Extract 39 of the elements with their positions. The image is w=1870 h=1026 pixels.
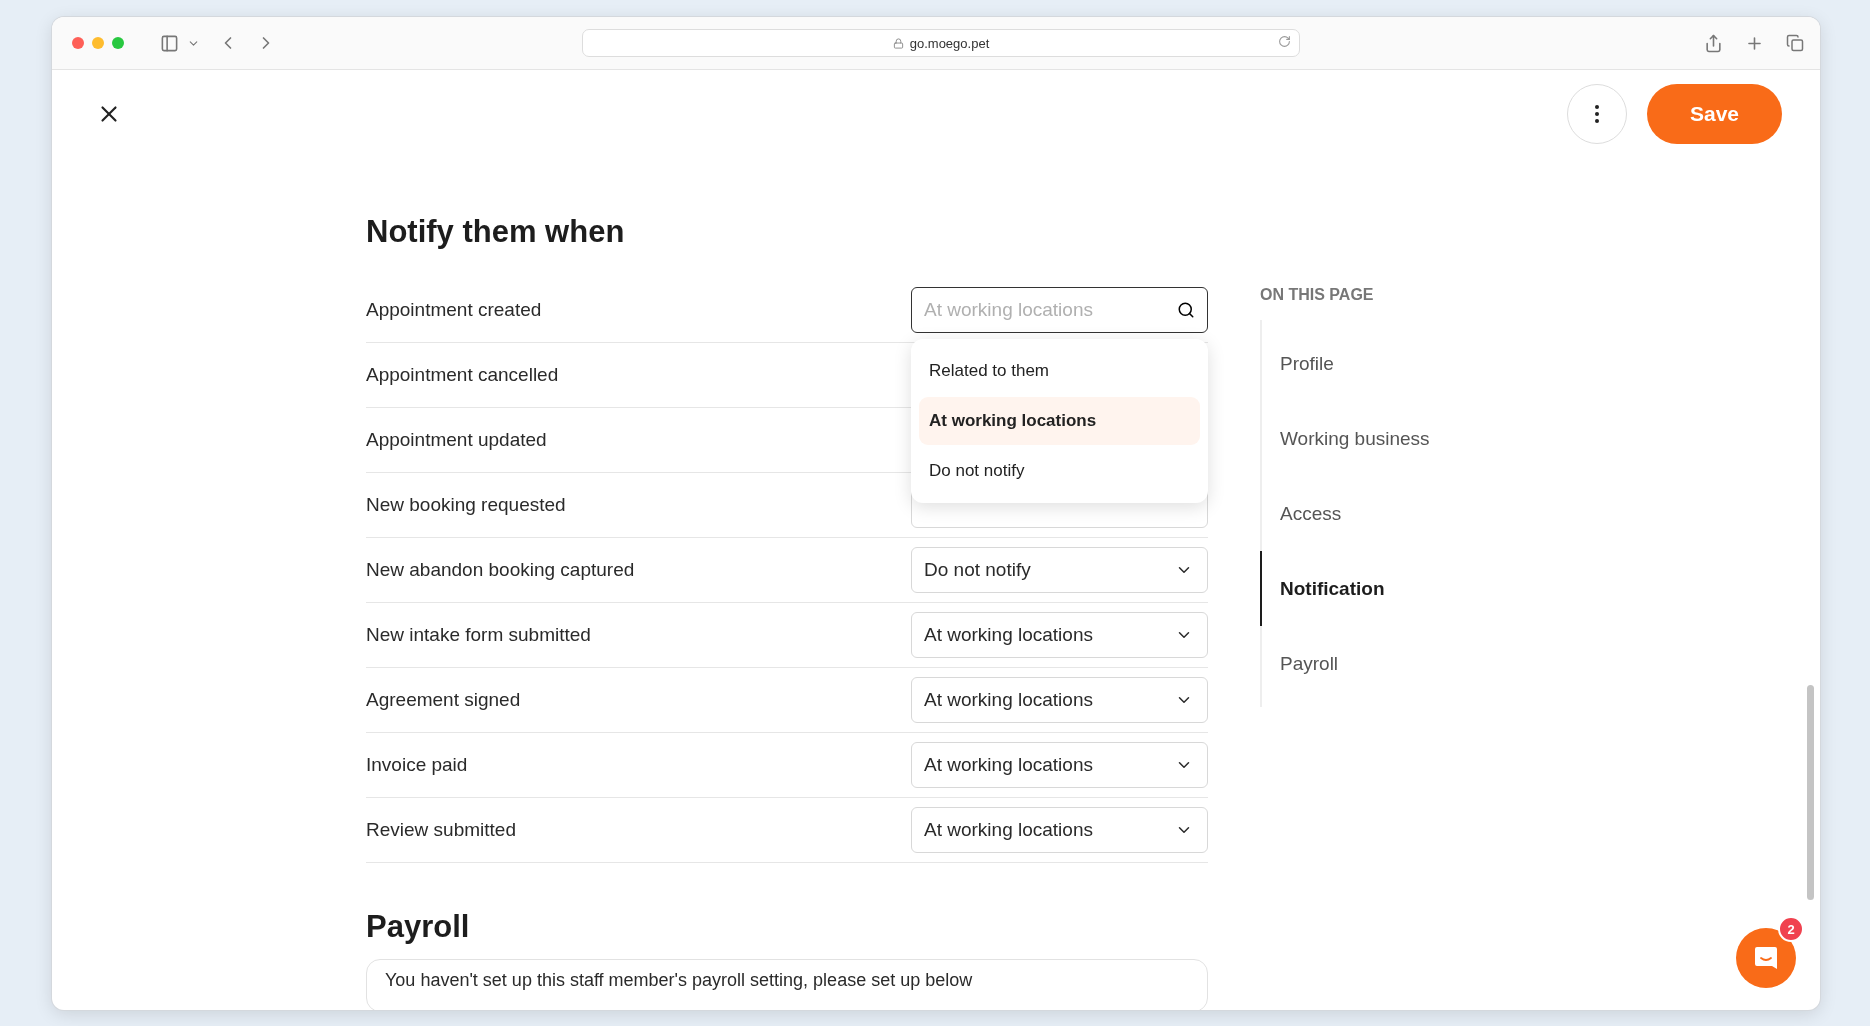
- section-heading: Notify them when: [366, 214, 626, 250]
- search-field[interactable]: At working locations: [911, 287, 1208, 333]
- setting-label: Agreement signed: [366, 689, 521, 711]
- nav-link[interactable]: Profile: [1260, 326, 1430, 401]
- setting-label: Appointment updated: [366, 429, 547, 451]
- setting-label: New abandon booking captured: [366, 559, 635, 581]
- nav-title: ON THIS PAGE: [1260, 286, 1375, 304]
- select-field[interactable]: At working locations: [911, 742, 1208, 788]
- nav-link[interactable]: Notification: [1260, 551, 1430, 626]
- section-heading: Payroll: [366, 909, 471, 945]
- minimize-dot-icon[interactable]: [92, 37, 104, 49]
- nav-link[interactable]: Payroll: [1260, 626, 1430, 701]
- address-bar[interactable]: go.moego.pet: [582, 29, 1300, 57]
- select-field[interactable]: At working locations: [911, 612, 1208, 658]
- url-text: go.moego.pet: [909, 35, 990, 51]
- chat-icon: [1753, 945, 1779, 971]
- setting-label: Review submitted: [366, 819, 516, 841]
- search-icon: [1177, 301, 1195, 319]
- select-field[interactable]: At working locations: [911, 677, 1208, 723]
- lock-icon: [892, 37, 904, 49]
- more-icon: [1595, 105, 1599, 123]
- scrollbar-thumb[interactable]: [1807, 685, 1814, 900]
- setting-label: New booking requested: [366, 494, 566, 516]
- close-dot-icon[interactable]: [72, 37, 84, 49]
- dropdown-option[interactable]: Do not notify: [919, 447, 1200, 495]
- setting-label: Invoice paid: [366, 754, 468, 776]
- select-field[interactable]: Do not notify: [911, 547, 1208, 593]
- setting-label: Appointment cancelled: [366, 364, 559, 386]
- reload-icon[interactable]: [1278, 35, 1291, 48]
- zoom-dot-icon[interactable]: [112, 37, 124, 49]
- notification-badge: 2: [1778, 916, 1804, 942]
- payroll-notice: You haven't set up this staff member's payroll setting, please set up below: [385, 970, 974, 991]
- nav-link[interactable]: Access: [1260, 476, 1430, 551]
- nav-link[interactable]: Working business: [1260, 401, 1430, 476]
- select-field[interactable]: At working locations: [911, 807, 1208, 853]
- dropdown-option[interactable]: At working locations: [919, 397, 1200, 445]
- setting-label: New intake form submitted: [366, 624, 591, 646]
- setting-label: Appointment created: [366, 299, 542, 321]
- dropdown-option[interactable]: Related to them: [919, 347, 1200, 395]
